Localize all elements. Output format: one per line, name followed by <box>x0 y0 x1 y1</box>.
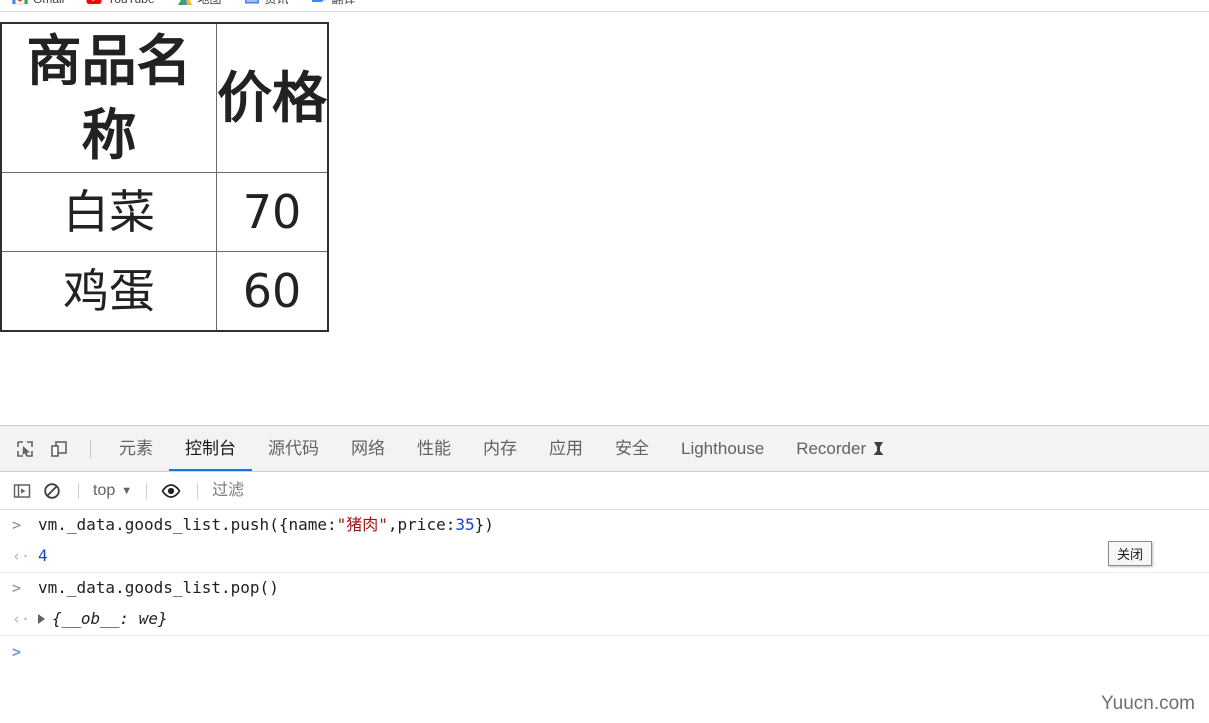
youtube-icon <box>86 0 102 4</box>
table-header: 商品名称 价格 <box>0 22 329 173</box>
table-body: 白菜 70 鸡蛋 60 <box>0 172 329 332</box>
header-cell-price: 价格 <box>216 22 329 173</box>
table-row: 鸡蛋 60 <box>0 251 329 332</box>
console-input-line[interactable]: > vm._data.goods_list.push({name:"猪肉",pr… <box>0 510 1209 541</box>
toolbar-divider <box>146 482 148 499</box>
console-output-value: 4 <box>38 546 48 565</box>
console-filter-input[interactable] <box>208 476 1209 505</box>
devtools-panel: 元素 控制台 源代码 网络 性能 内存 应用 安全 Lighthouse Rec… <box>0 425 1209 723</box>
flask-icon <box>873 442 884 455</box>
console-output-line: ‹· {__ob__: we} <box>0 604 1209 635</box>
tab-application[interactable]: 应用 <box>533 426 599 471</box>
inspect-element-icon <box>17 440 33 457</box>
gmail-icon <box>12 0 28 4</box>
maps-icon <box>177 0 192 5</box>
console-entry-group: > vm._data.goods_list.push({name:"猪肉",pr… <box>0 510 1209 573</box>
browser-bookmark-bar: Gmail YouTube 地图 资讯 翻译 <box>0 0 1209 12</box>
goods-table: 商品名称 价格 白菜 70 鸡蛋 60 <box>0 22 329 332</box>
expr-string-literal: "猪肉" <box>336 515 388 534</box>
tab-console[interactable]: 控制台 <box>169 426 252 471</box>
expr-mid: ,price: <box>387 515 456 534</box>
tab-lighthouse[interactable]: Lighthouse <box>665 426 780 471</box>
watermark: Yuucn.com <box>1101 693 1195 714</box>
bookmark-youtube[interactable]: YouTube <box>86 0 155 7</box>
console-prompt-row[interactable]: > <box>0 636 1209 668</box>
table-header-row: 商品名称 价格 <box>0 22 329 173</box>
bookmark-label: YouTube <box>107 0 154 6</box>
live-expression-icon <box>161 483 181 498</box>
console-message-list: > vm._data.goods_list.push({name:"猪肉",pr… <box>0 510 1209 668</box>
console-output-value: {__ob__: we} <box>52 609 168 628</box>
clear-console-icon <box>44 482 60 499</box>
header-cell-name: 商品名称 <box>0 22 217 173</box>
console-input-expression: vm._data.goods_list.push({name:"猪肉",pric… <box>38 513 494 537</box>
expr-prefix: vm._data.goods_list.push({name: <box>38 515 337 534</box>
console-context-selector[interactable]: top ▼ <box>89 482 136 500</box>
cell-goods-name: 鸡蛋 <box>0 251 217 332</box>
tab-network[interactable]: 网络 <box>335 426 401 471</box>
bookmark-label: Gmail <box>33 0 64 6</box>
console-sidebar-icon <box>13 483 31 498</box>
bookmark-maps[interactable]: 地图 <box>177 0 222 7</box>
toolbar-divider <box>197 482 199 499</box>
console-input-marker-icon: > <box>12 516 22 534</box>
console-input-expression: vm._data.goods_list.pop() <box>38 578 279 597</box>
device-toolbar-icon <box>51 440 67 457</box>
bookmark-news[interactable]: 资讯 <box>244 0 289 7</box>
toolbar-divider <box>90 439 91 458</box>
console-filter-toolbar: top ▼ <box>0 472 1209 510</box>
console-context-value: top <box>93 481 116 499</box>
tab-elements[interactable]: 元素 <box>103 426 169 471</box>
toolbar-divider <box>78 482 79 499</box>
console-output-object[interactable]: {__ob__: we} <box>38 607 168 631</box>
clear-console-button[interactable] <box>38 477 66 505</box>
close-button[interactable]: 关闭 <box>1108 541 1152 566</box>
console-sidebar-button[interactable] <box>8 477 36 505</box>
inspect-element-button[interactable] <box>10 434 40 464</box>
console-output-marker-icon: ‹· <box>12 610 31 628</box>
tab-security[interactable]: 安全 <box>599 426 665 471</box>
bookmark-gmail[interactable]: Gmail <box>12 0 64 7</box>
bookmark-label: 地图 <box>198 0 222 7</box>
console-output-marker-icon: ‹· <box>12 547 31 565</box>
live-expression-button[interactable] <box>157 477 185 505</box>
translate-icon <box>311 0 325 2</box>
console-input-marker-icon: > <box>12 579 22 597</box>
expand-triangle-icon[interactable] <box>38 614 45 624</box>
console-entry-group: > vm._data.goods_list.pop() ‹· {__ob__: … <box>0 573 1209 636</box>
console-prompt-input[interactable] <box>38 640 1209 662</box>
devtools-tab-bar: 元素 控制台 源代码 网络 性能 内存 应用 安全 Lighthouse Rec… <box>0 426 1209 472</box>
bookmark-translate[interactable]: 翻译 <box>311 0 356 7</box>
device-toolbar-button[interactable] <box>44 434 74 464</box>
tab-memory[interactable]: 内存 <box>467 426 533 471</box>
cell-goods-price: 60 <box>216 251 329 332</box>
table-row: 白菜 70 <box>0 172 329 252</box>
tab-recorder-label: Recorder <box>796 439 867 458</box>
cell-goods-price: 70 <box>216 172 329 252</box>
console-prompt-marker-icon: > <box>12 643 22 661</box>
bookmark-label: 资讯 <box>265 0 289 7</box>
tab-recorder[interactable]: Recorder <box>780 426 901 471</box>
console-input-line[interactable]: > vm._data.goods_list.pop() <box>0 573 1209 604</box>
tab-sources[interactable]: 源代码 <box>252 426 335 471</box>
news-icon <box>244 0 259 3</box>
expr-suffix: }) <box>474 515 494 534</box>
console-output-line: ‹· 4 <box>0 541 1209 572</box>
expr-number-literal: 35 <box>455 515 475 534</box>
tab-performance[interactable]: 性能 <box>401 426 467 471</box>
cell-goods-name: 白菜 <box>0 172 217 252</box>
chevron-down-icon: ▼ <box>121 484 133 497</box>
bookmark-label: 翻译 <box>332 0 356 7</box>
